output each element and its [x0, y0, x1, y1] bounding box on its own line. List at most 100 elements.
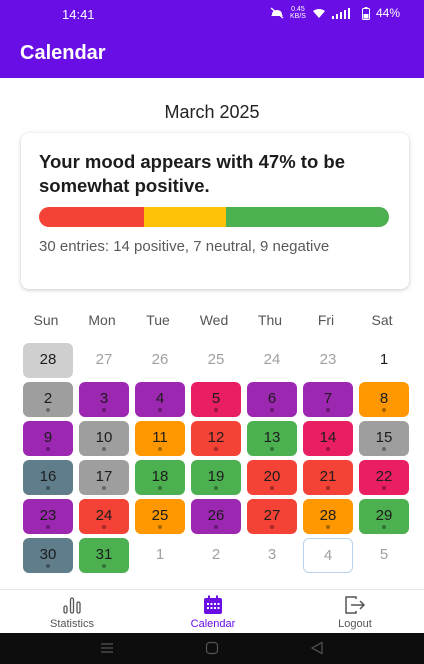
- day-number: 25: [151, 507, 169, 524]
- calendar-day[interactable]: 2: [23, 382, 73, 417]
- calendar-day[interactable]: 3: [247, 538, 297, 573]
- day-number: 19: [207, 468, 225, 485]
- calendar-day[interactable]: 24: [79, 499, 129, 534]
- calendar-day[interactable]: 26: [135, 343, 185, 378]
- calendar-day[interactable]: 5: [191, 382, 241, 417]
- day-number: 1: [379, 351, 389, 368]
- day-number: 9: [43, 429, 53, 446]
- nav-statistics[interactable]: Statistics: [22, 595, 122, 630]
- calendar-day[interactable]: 5: [359, 538, 409, 573]
- calendar-day[interactable]: 26: [191, 499, 241, 534]
- entry-indicator-dot: [102, 447, 106, 451]
- day-number: 28: [319, 507, 337, 524]
- nav-statistics-label: Statistics: [49, 618, 94, 630]
- entry-indicator-dot: [326, 486, 330, 490]
- calendar-day[interactable]: 25: [191, 343, 241, 378]
- page-title: Calendar: [20, 42, 106, 64]
- calendar-day[interactable]: 31: [79, 538, 129, 573]
- calendar-day[interactable]: 30: [23, 538, 73, 573]
- day-number: 18: [151, 468, 169, 485]
- day-number: 27: [263, 507, 281, 524]
- home-icon[interactable]: [205, 641, 219, 655]
- calendar-day[interactable]: 25: [135, 499, 185, 534]
- entry-indicator-dot: [102, 408, 106, 412]
- mute-icon: [270, 7, 284, 19]
- day-number: 21: [319, 468, 337, 485]
- nav-calendar[interactable]: Calendar: [163, 595, 263, 630]
- entry-indicator-dot: [382, 486, 386, 490]
- calendar-day[interactable]: 4: [135, 382, 185, 417]
- day-number: 12: [207, 429, 225, 446]
- entry-indicator-dot: [46, 447, 50, 451]
- calendar-day[interactable]: 27: [79, 343, 129, 378]
- calendar-day[interactable]: 3: [79, 382, 129, 417]
- calendar-day[interactable]: 16: [23, 460, 73, 495]
- entry-indicator-dot: [102, 525, 106, 529]
- day-number: 27: [95, 351, 113, 368]
- day-number: 2: [43, 390, 53, 407]
- entry-indicator-dot: [270, 525, 274, 529]
- signal-icon: [331, 7, 350, 19]
- entry-indicator-dot: [46, 525, 50, 529]
- net-speed: 0.45 KB/S: [290, 6, 306, 20]
- entry-indicator-dot: [158, 447, 162, 451]
- calendar-day[interactable]: 22: [359, 460, 409, 495]
- calendar-day[interactable]: 17: [79, 460, 129, 495]
- day-number: 3: [99, 390, 109, 407]
- entry-indicator-dot: [102, 486, 106, 490]
- day-number: 1: [155, 546, 165, 563]
- day-number: 5: [379, 546, 389, 563]
- bottom-navigation: Statistics Calendar Logout: [0, 589, 424, 633]
- entry-indicator-dot: [158, 525, 162, 529]
- calendar-day[interactable]: 21: [303, 460, 353, 495]
- calendar-day[interactable]: 23: [23, 499, 73, 534]
- mood-bar-negative: [39, 207, 144, 227]
- entry-indicator-dot: [382, 525, 386, 529]
- calendar-day[interactable]: 10: [79, 421, 129, 456]
- calendar-day[interactable]: 14: [303, 421, 353, 456]
- calendar-day[interactable]: 13: [247, 421, 297, 456]
- calendar-day[interactable]: 28: [23, 343, 73, 378]
- calendar-day[interactable]: 28: [303, 499, 353, 534]
- weekday-label: Mon: [88, 312, 116, 328]
- calendar-day[interactable]: 4: [303, 538, 353, 573]
- battery-icon: [361, 6, 370, 20]
- calendar-day[interactable]: 27: [247, 499, 297, 534]
- entry-indicator-dot: [102, 564, 106, 568]
- calendar-day[interactable]: 9: [23, 421, 73, 456]
- calendar-day[interactable]: 18: [135, 460, 185, 495]
- calendar-day[interactable]: 12: [191, 421, 241, 456]
- menu-icon[interactable]: [100, 641, 114, 655]
- calendar-icon: [204, 595, 222, 614]
- calendar-day[interactable]: 1: [135, 538, 185, 573]
- back-icon[interactable]: [310, 641, 324, 655]
- entry-indicator-dot: [326, 447, 330, 451]
- battery-percent: 44%: [375, 6, 400, 20]
- calendar-day[interactable]: 29: [359, 499, 409, 534]
- calendar-day[interactable]: 2: [191, 538, 241, 573]
- entry-indicator-dot: [46, 408, 50, 412]
- calendar-day[interactable]: 20: [247, 460, 297, 495]
- calendar-day[interactable]: 8: [359, 382, 409, 417]
- calendar-day[interactable]: 15: [359, 421, 409, 456]
- entry-indicator-dot: [270, 486, 274, 490]
- status-icons: 0.45 KB/S 44%: [270, 6, 400, 20]
- day-number: 13: [263, 429, 281, 446]
- calendar-day[interactable]: 23: [303, 343, 353, 378]
- calendar-day[interactable]: 7: [303, 382, 353, 417]
- day-number: 10: [95, 429, 113, 446]
- day-number: 4: [155, 390, 165, 407]
- calendar-day[interactable]: 19: [191, 460, 241, 495]
- day-number: 23: [39, 507, 57, 524]
- nav-logout[interactable]: Logout: [305, 595, 405, 630]
- logout-icon: [345, 596, 366, 614]
- entry-indicator-dot: [214, 408, 218, 412]
- day-number: 30: [39, 546, 57, 563]
- mood-bar-neutral: [144, 207, 226, 227]
- calendar-day[interactable]: 6: [247, 382, 297, 417]
- calendar-day[interactable]: 11: [135, 421, 185, 456]
- day-number: 2: [211, 546, 221, 563]
- calendar-day[interactable]: 1: [359, 343, 409, 378]
- calendar-day[interactable]: 24: [247, 343, 297, 378]
- entry-indicator-dot: [270, 447, 274, 451]
